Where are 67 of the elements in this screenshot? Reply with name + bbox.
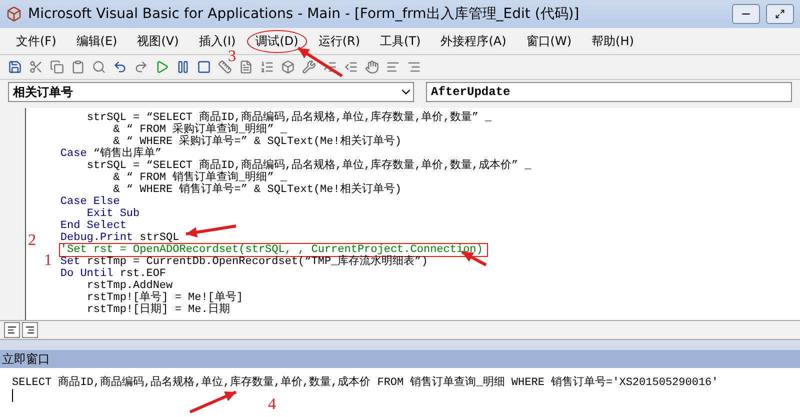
properties-icon[interactable] xyxy=(260,60,274,74)
annotation-arrow xyxy=(297,46,343,78)
align-right-icon[interactable] xyxy=(407,60,421,74)
run-icon[interactable] xyxy=(155,60,169,74)
object-dropdown[interactable]: 相关订单号 xyxy=(8,82,414,102)
panel-title: 立即窗口 xyxy=(2,350,50,368)
code-line: strSQL = “SELECT 商品ID,商品编码,品名规格,单位,库存数量,单价,数量” _ xyxy=(86,112,492,124)
cut-icon[interactable] xyxy=(29,60,43,74)
code-line: rstTmp![日期] = Me.日期 xyxy=(86,304,230,316)
annotation-arrow xyxy=(186,224,236,238)
code-line: Case Else xyxy=(60,196,120,208)
pause-icon[interactable] xyxy=(176,60,190,74)
undo-icon[interactable] xyxy=(113,60,127,74)
code-line: strSQL = “SELECT 商品ID,商品编码,品名规格,单位,库存数量,单价,数量,成本价” _ xyxy=(86,160,532,172)
window-title: Microsoft Visual Basic for Applications - Main - [Form_frm出入库管理_Edit (代码)] xyxy=(28,5,580,23)
save-icon[interactable] xyxy=(8,60,22,74)
code-line: & “ WHERE 采购订单号=” & SQLText(Me!相关订单号) xyxy=(113,136,402,148)
indent-icon[interactable] xyxy=(323,60,337,74)
menu-item[interactable]: 编辑(E) xyxy=(68,30,126,52)
code-editor[interactable] xyxy=(25,108,800,320)
hand-icon[interactable] xyxy=(365,60,379,74)
menu-item[interactable]: 窗口(W) xyxy=(518,30,580,52)
code-line: Case “销售出库单” xyxy=(60,148,162,160)
tools-icon[interactable] xyxy=(302,60,316,74)
minimize-button[interactable] xyxy=(732,4,760,24)
code-line: 'Set rst = OpenADORecordset(strSQL, , CurrentProject.Connection) xyxy=(60,244,487,256)
app-icon xyxy=(6,6,22,22)
lines-icon xyxy=(7,325,17,335)
module-view-button[interactable] xyxy=(22,322,38,338)
menu-item[interactable]: 文件(F) xyxy=(8,30,64,52)
menu-item[interactable]: 调试(D) xyxy=(248,30,306,52)
paste-icon[interactable] xyxy=(71,60,85,74)
redo-icon[interactable] xyxy=(134,60,148,74)
menu-item[interactable]: 运行(R) xyxy=(310,30,368,52)
code-line: & “ FROM 销售订单查询_明细” _ xyxy=(113,172,288,184)
code-line: & “ FROM 采购订单查询_明细” _ xyxy=(113,124,288,136)
output-line: SELECT 商品ID,商品编码,品名规格,单位,库存数量,单价,数量,成本价 FROM 销售订单查询_明细 WHERE 销售订单号='XS201505290016' xyxy=(12,374,720,389)
menu-item[interactable]: 外接程序(A) xyxy=(432,30,514,52)
outdent-icon[interactable] xyxy=(344,60,358,74)
lines-icon xyxy=(25,325,35,335)
maximize-icon xyxy=(775,9,785,19)
find-icon[interactable] xyxy=(92,60,106,74)
menu-item[interactable]: 帮助(H) xyxy=(584,30,642,52)
procedure-dropdown[interactable]: AfterUpdate xyxy=(426,82,792,102)
code-line: rstTmp.AddNew xyxy=(86,280,173,292)
code-line: & “ WHERE 销售订单号=” & SQLText(Me!相关订单号) xyxy=(113,184,402,196)
copy-icon[interactable] xyxy=(50,60,64,74)
annotation-arrow xyxy=(189,390,237,414)
menu-item[interactable]: 工具(T) xyxy=(372,30,429,52)
code-line: Set rstTmp = CurrentDb.OpenRecordset(“TMP_库存流水明细表”) xyxy=(60,256,428,268)
code-line: Debug.Print strSQL xyxy=(60,232,180,244)
align-left-icon[interactable] xyxy=(386,60,400,74)
explorer-icon[interactable] xyxy=(239,60,253,74)
code-line: End Select xyxy=(60,220,126,232)
annotation-number: 2 xyxy=(28,232,36,250)
object-icon[interactable] xyxy=(281,60,295,74)
stop-icon[interactable] xyxy=(197,60,211,74)
procedure-view-button[interactable] xyxy=(4,322,20,338)
code-line: rstTmp![单号] = Me![单号] xyxy=(86,292,244,304)
code-line: Do Until rst.EOF xyxy=(60,268,166,280)
annotation-number: 1 xyxy=(44,252,52,270)
menu-item[interactable]: 视图(V) xyxy=(129,30,187,52)
maximize-button[interactable] xyxy=(766,4,794,24)
text-cursor xyxy=(12,389,13,402)
annotation-number: 4 xyxy=(268,396,276,414)
design-icon[interactable] xyxy=(218,60,232,74)
code-line: Exit Sub xyxy=(86,208,140,220)
